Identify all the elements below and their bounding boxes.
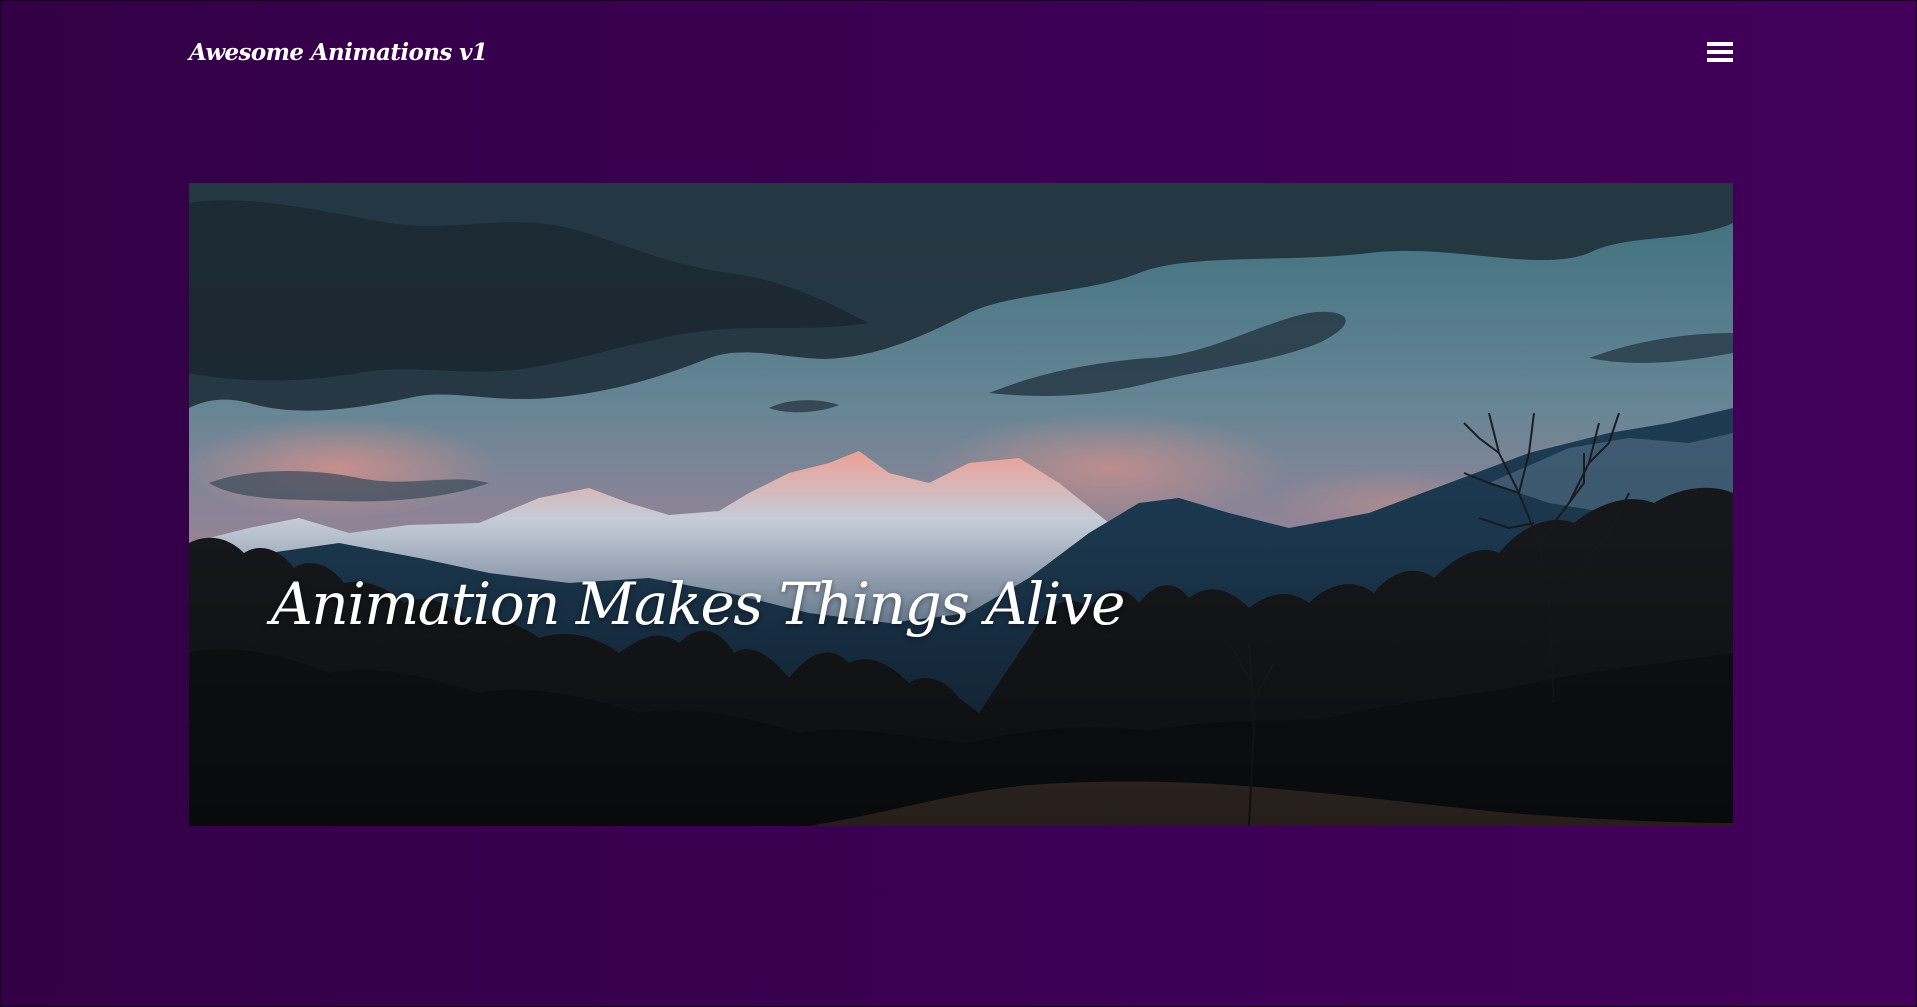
hamburger-menu-icon[interactable]	[1707, 40, 1733, 64]
menu-bar-middle	[1707, 50, 1733, 54]
menu-bar-top	[1707, 42, 1733, 46]
site-header: Awesome Animations v1	[189, 36, 1733, 70]
hero-title: Animation Makes Things Alive	[271, 570, 1125, 638]
menu-bar-bottom	[1707, 58, 1733, 62]
hero-banner: Animation Makes Things Alive	[189, 183, 1733, 826]
site-brand-logo[interactable]: Awesome Animations v1	[189, 36, 488, 70]
hero-landscape-image	[189, 183, 1733, 826]
